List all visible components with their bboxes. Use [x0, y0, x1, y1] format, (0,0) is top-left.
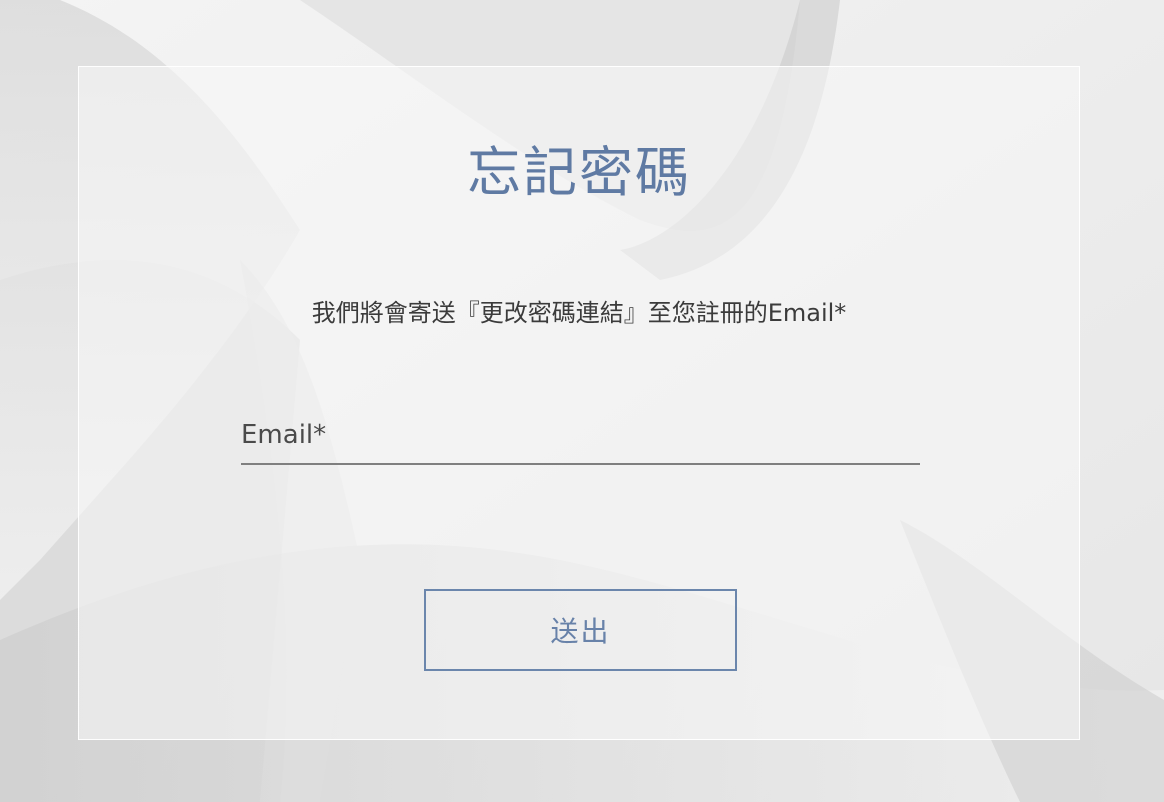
forgot-password-card: 忘記密碼 我們將會寄送『更改密碼連結』至您註冊的Email* 送出: [78, 66, 1080, 740]
page-title: 忘記密碼: [467, 141, 691, 204]
email-field-wrapper: [241, 413, 920, 467]
email-input[interactable]: [241, 413, 920, 465]
instruction-text: 我們將會寄送『更改密碼連結』至您註冊的Email*: [311, 299, 847, 327]
submit-button[interactable]: 送出: [424, 589, 737, 671]
